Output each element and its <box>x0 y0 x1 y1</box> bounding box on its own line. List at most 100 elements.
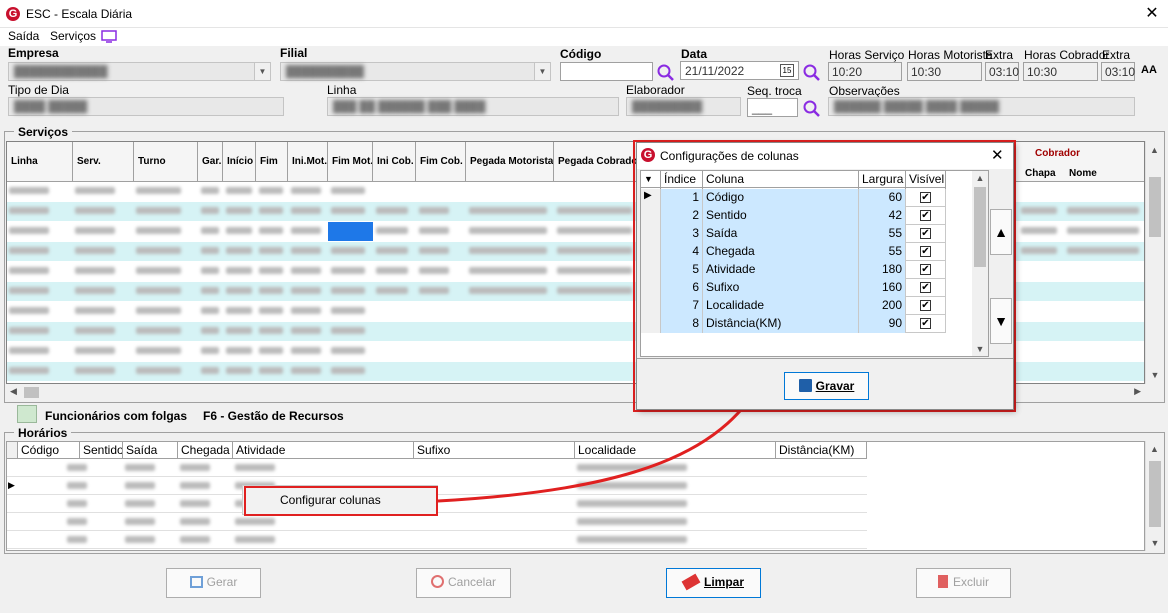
scroll-down-icon[interactable]: ▼ <box>972 344 988 354</box>
config-row[interactable]: 4 Chegada 55 ✔ <box>641 243 946 261</box>
scroll-up-icon[interactable]: ▲ <box>1146 444 1163 454</box>
monitor-icon[interactable] <box>101 30 117 43</box>
horarios-vscroll[interactable]: ▲ ▼ <box>1145 441 1163 551</box>
ccol-largura[interactable]: Largura <box>859 171 906 189</box>
move-down-button[interactable]: ▼ <box>990 298 1012 344</box>
hcol-sentido[interactable]: Sentido <box>80 442 123 459</box>
visible-checkbox[interactable]: ✔ <box>920 264 931 275</box>
columns-config-grid[interactable]: ▼ Índice Coluna Largura Visível ▶ 1 Código… <box>640 170 989 357</box>
row-indicator[interactable] <box>641 261 661 279</box>
col-serv[interactable]: Serv. <box>73 142 134 182</box>
visible-checkbox[interactable]: ✔ <box>920 210 931 221</box>
cell-largura[interactable]: 160 <box>859 279 906 297</box>
col-fim-cob[interactable]: Fim Cob. <box>416 142 466 182</box>
chevron-down-icon[interactable]: ▼ <box>534 63 550 80</box>
row-indicator[interactable] <box>641 315 661 333</box>
visible-checkbox[interactable]: ✔ <box>920 228 931 239</box>
config-row[interactable]: 5 Atividade 180 ✔ <box>641 261 946 279</box>
cell-indice[interactable]: 2 <box>661 207 703 225</box>
hcol-atividade[interactable]: Atividade <box>233 442 414 459</box>
cell-largura[interactable]: 55 <box>859 243 906 261</box>
close-window-button[interactable]: ✕ <box>1140 3 1164 25</box>
col-chapa[interactable]: Chapa <box>1025 168 1056 179</box>
scroll-up-icon[interactable]: ▲ <box>972 173 988 183</box>
row-indicator[interactable]: ▶ <box>641 189 661 207</box>
dialog-vscroll[interactable]: ▲ ▼ <box>972 171 988 356</box>
scroll-up-icon[interactable]: ▲ <box>1146 145 1163 155</box>
cell-coluna[interactable]: Sufixo <box>703 279 859 297</box>
config-row[interactable]: 2 Sentido 42 ✔ <box>641 207 946 225</box>
cell-indice[interactable]: 7 <box>661 297 703 315</box>
scroll-down-icon[interactable]: ▼ <box>1146 370 1164 380</box>
scroll-down-icon[interactable]: ▼ <box>1146 538 1164 548</box>
scroll-thumb[interactable] <box>1149 461 1161 527</box>
config-row[interactable]: 3 Saída 55 ✔ <box>641 225 946 243</box>
row-indicator[interactable] <box>641 207 661 225</box>
visible-checkbox[interactable]: ✔ <box>920 282 931 293</box>
cell-coluna[interactable]: Sentido <box>703 207 859 225</box>
row-indicator[interactable] <box>641 279 661 297</box>
cell-coluna[interactable]: Chegada <box>703 243 859 261</box>
gerar-button[interactable]: Gerar <box>166 568 261 598</box>
cell-largura[interactable]: 55 <box>859 225 906 243</box>
col-ini-mot[interactable]: Ini.Mot. <box>288 142 328 182</box>
cancelar-button[interactable]: Cancelar <box>416 568 511 598</box>
excluir-button[interactable]: Excluir <box>916 568 1011 598</box>
cell-visivel[interactable]: ✔ <box>906 261 946 279</box>
gravar-button[interactable]: Gravar <box>784 372 869 400</box>
cell-indice[interactable]: 3 <box>661 225 703 243</box>
cell-indice[interactable]: 5 <box>661 261 703 279</box>
linha-field[interactable]: ███ ██ ██████ ███ ████ <box>327 97 619 116</box>
col-turno[interactable]: Turno <box>134 142 198 182</box>
config-row[interactable]: 8 Distância(KM) 90 ✔ <box>641 315 946 333</box>
visible-checkbox[interactable]: ✔ <box>920 192 931 203</box>
dialog-close-button[interactable]: ✕ <box>991 146 1004 164</box>
config-row[interactable]: 6 Sufixo 160 ✔ <box>641 279 946 297</box>
visible-checkbox[interactable]: ✔ <box>920 300 931 311</box>
calendar-icon[interactable]: 15 <box>780 64 794 77</box>
ccol-indice[interactable]: Índice <box>661 171 703 189</box>
cell-coluna[interactable]: Localidade <box>703 297 859 315</box>
font-size-icon[interactable]: AA <box>1141 64 1157 76</box>
observacoes-field[interactable]: ██████ █████ ████ █████ <box>828 97 1135 116</box>
cell-largura[interactable]: 42 <box>859 207 906 225</box>
visible-checkbox[interactable]: ✔ <box>920 318 931 329</box>
data-picker[interactable]: 21/11/2022 15 <box>680 61 799 80</box>
cell-visivel[interactable]: ✔ <box>906 315 946 333</box>
cell-visivel[interactable]: ✔ <box>906 225 946 243</box>
row-indicator[interactable] <box>641 297 661 315</box>
limpar-button[interactable]: Limpar <box>666 568 761 598</box>
col-nome[interactable]: Nome <box>1069 168 1097 179</box>
hscroll-thumb[interactable] <box>24 387 39 398</box>
filial-select[interactable]: ██████████ ▼ <box>280 62 551 81</box>
row-indicator[interactable] <box>641 225 661 243</box>
cell-largura[interactable]: 200 <box>859 297 906 315</box>
visible-checkbox[interactable]: ✔ <box>920 246 931 257</box>
horarios-row[interactable] <box>7 531 867 549</box>
col-fim-mot[interactable]: Fim Mot. <box>328 142 373 182</box>
selected-cell[interactable] <box>328 222 373 241</box>
seq-troca-input[interactable]: ___ <box>747 98 798 117</box>
scroll-thumb[interactable] <box>1149 177 1161 237</box>
cell-largura[interactable]: 90 <box>859 315 906 333</box>
menu-saida[interactable]: Saída <box>8 29 39 43</box>
scroll-thumb[interactable] <box>974 187 986 267</box>
scroll-right-icon[interactable]: ▶ <box>1134 386 1141 397</box>
config-row[interactable]: 7 Localidade 200 ✔ <box>641 297 946 315</box>
cell-visivel[interactable]: ✔ <box>906 243 946 261</box>
chevron-down-icon[interactable]: ▼ <box>254 63 270 80</box>
col-pegada-motorista[interactable]: Pegada Motorista <box>466 142 554 182</box>
scroll-left-icon[interactable]: ◀ <box>10 386 17 397</box>
servicos-vscroll[interactable]: ▲ ▼ <box>1145 141 1163 384</box>
menu-servicos[interactable]: Serviços <box>50 29 96 43</box>
search-seq-icon[interactable] <box>802 99 822 119</box>
cell-indice[interactable]: 1 <box>661 189 703 207</box>
cell-largura[interactable]: 180 <box>859 261 906 279</box>
search-codigo-icon[interactable] <box>656 63 676 83</box>
hcol-saida[interactable]: Saída <box>123 442 178 459</box>
cell-indice[interactable]: 8 <box>661 315 703 333</box>
elaborador-field[interactable]: █████████ <box>626 97 741 116</box>
cell-coluna[interactable]: Saída <box>703 225 859 243</box>
cell-largura[interactable]: 60 <box>859 189 906 207</box>
col-pegada-cobrado[interactable]: Pegada Cobrado <box>554 142 637 182</box>
